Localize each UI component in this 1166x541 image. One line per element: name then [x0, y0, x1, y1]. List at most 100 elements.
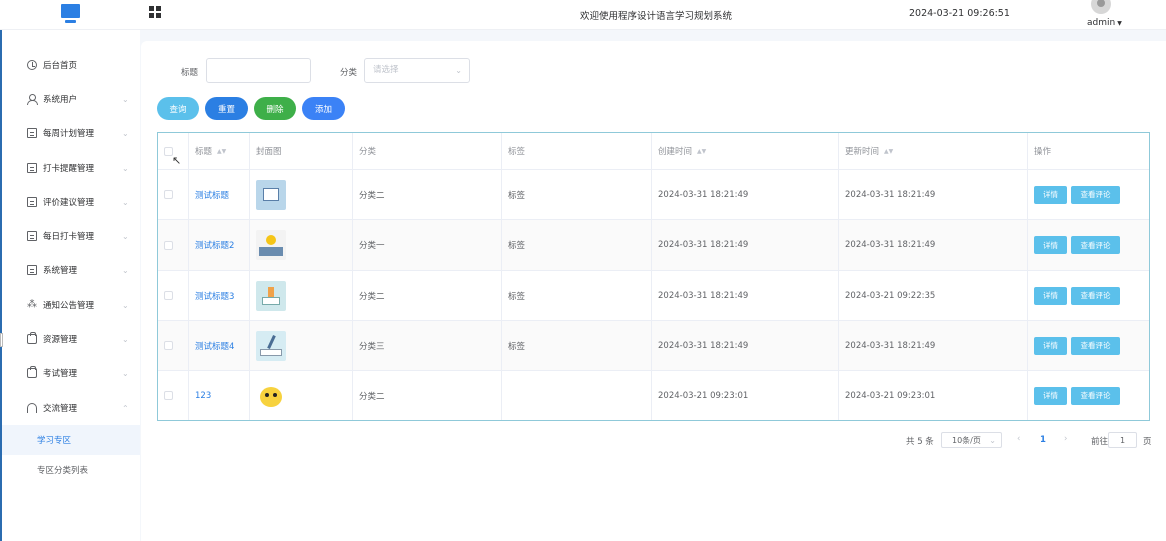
title-link[interactable]: 测试标题: [195, 189, 229, 201]
updated-cell: 2024-03-31 18:21:49: [839, 170, 1028, 219]
created-cell: 2024-03-31 18:21:49: [652, 170, 839, 219]
sidebar-item-resources[interactable]: 资源管理 ⌄: [2, 322, 140, 356]
sidebar-sub-item-label: 专区分类列表: [37, 466, 89, 476]
sidebar-item-checkin-reminder[interactable]: 打卡提醒管理 ⌄: [2, 151, 140, 185]
box-icon: [27, 128, 37, 138]
cover-image[interactable]: [256, 230, 286, 260]
row-checkbox[interactable]: [164, 190, 173, 199]
header-label: 标题: [195, 147, 213, 157]
title-link[interactable]: 测试标题3: [195, 290, 234, 302]
cover-cell: [250, 321, 353, 370]
header-title[interactable]: 标题 ▲▼: [189, 133, 250, 169]
chevron-down-icon: ⌄: [455, 66, 462, 75]
current-page[interactable]: 1: [1040, 435, 1046, 445]
goto-label: 前往: [1091, 437, 1109, 447]
title-link[interactable]: 测试标题2: [195, 239, 234, 251]
detail-button[interactable]: 详情: [1034, 336, 1067, 355]
sort-icon[interactable]: ▲▼: [884, 148, 893, 155]
caret-down-icon: ▼: [1117, 20, 1122, 27]
sidebar-item-daily-checkin[interactable]: 每日打卡管理 ⌄: [2, 219, 140, 253]
updated-cell: 2024-03-21 09:22:35: [839, 271, 1028, 320]
category-cell: 分类一: [353, 220, 502, 270]
cover-image[interactable]: [256, 179, 286, 210]
row-checkbox[interactable]: [164, 341, 173, 350]
sort-icon[interactable]: ▲▼: [697, 148, 706, 155]
category-select[interactable]: 请选择 ⌄: [364, 58, 470, 83]
bag-icon: [27, 332, 37, 344]
row-checkbox[interactable]: [164, 240, 173, 250]
goto-page-input[interactable]: 1: [1108, 432, 1137, 448]
detail-button[interactable]: 详情: [1034, 386, 1067, 405]
prev-page-icon[interactable]: ‹: [1017, 434, 1020, 444]
updated-cell: 2024-03-31 18:21:49: [839, 220, 1028, 270]
sidebar-item-system[interactable]: 系统管理 ⌄: [2, 253, 140, 287]
row-select-cell: [158, 371, 189, 420]
created-cell: 2024-03-31 18:21:49: [652, 321, 839, 370]
sidebar-sub-item-label: 学习专区: [37, 436, 72, 446]
view-comments-button[interactable]: 查看评论: [1071, 286, 1120, 305]
sort-icon[interactable]: ▲▼: [217, 148, 226, 155]
star-icon: ⁂: [27, 299, 37, 310]
title-link[interactable]: 123: [195, 391, 211, 401]
sidebar-item-feedback[interactable]: 评价建议管理 ⌄: [2, 185, 140, 219]
chevron-down-icon: ⌄: [122, 163, 129, 173]
page-size-select[interactable]: 10条/页 ⌄: [941, 432, 1002, 448]
header-label: 更新时间: [845, 147, 880, 157]
pagination-total: 共 5 条: [906, 437, 934, 447]
sidebar-item-system-users[interactable]: 系统用户 ⌄: [2, 82, 140, 116]
delete-button[interactable]: 删除: [254, 97, 296, 120]
collapse-handle[interactable]: [0, 333, 3, 347]
sidebar-item-weekly-plan[interactable]: 每周计划管理 ⌄: [2, 116, 140, 150]
headset-icon: [27, 403, 37, 413]
tag-cell: 标签: [502, 170, 652, 219]
chevron-down-icon: ⌄: [122, 128, 129, 138]
category-cell: 分类二: [353, 170, 502, 219]
title-filter-label: 标题: [181, 68, 199, 78]
view-comments-button[interactable]: 查看评论: [1071, 185, 1120, 204]
sidebar-item-label: 交流管理: [43, 404, 78, 414]
category-select-placeholder: 请选择: [373, 65, 399, 75]
view-comments-button[interactable]: 查看评论: [1071, 236, 1120, 254]
header-updated[interactable]: 更新时间 ▲▼: [839, 133, 1028, 169]
cover-cell: [250, 220, 353, 270]
cover-cell: [250, 170, 353, 219]
query-button[interactable]: 查询: [157, 97, 199, 120]
sidebar-sub-item-zone-categories[interactable]: 专区分类列表: [2, 455, 140, 485]
category-cell: 分类二: [353, 271, 502, 320]
sidebar-item-exams[interactable]: 考试管理 ⌄: [2, 356, 140, 390]
title-cell: 测试标题3: [189, 271, 250, 320]
title-cell: 测试标题: [189, 170, 250, 219]
sidebar-item-label: 后台首页: [43, 61, 78, 71]
detail-button[interactable]: 详情: [1034, 286, 1067, 305]
detail-button[interactable]: 详情: [1034, 185, 1067, 204]
tag-cell: 标签: [502, 220, 652, 270]
user-menu[interactable]: admin ▼: [1087, 18, 1122, 28]
sidebar-item-label: 系统用户: [43, 95, 78, 105]
sidebar-item-communication[interactable]: 交流管理 ⌃: [2, 391, 140, 425]
clock-icon: [27, 60, 37, 70]
sidebar-sub-item-study-zone[interactable]: 学习专区: [2, 425, 140, 455]
sidebar-item-label: 评价建议管理: [43, 198, 95, 208]
cover-image[interactable]: [256, 330, 286, 361]
data-table: 标题 ▲▼ 封面图 分类 标签 创建时间 ▲▼ 更新时间 ▲▼ 操作 测试标题 分类二…: [157, 132, 1150, 421]
cover-image[interactable]: [256, 280, 286, 311]
view-comments-button[interactable]: 查看评论: [1071, 336, 1120, 355]
detail-button[interactable]: 详情: [1034, 236, 1067, 254]
sidebar-item-notices[interactable]: ⁂ 通知公告管理 ⌄: [2, 288, 140, 322]
row-checkbox[interactable]: [164, 391, 173, 400]
header-created[interactable]: 创建时间 ▲▼: [652, 133, 839, 169]
actions-cell: 详情 查看评论: [1028, 271, 1149, 320]
view-comments-button[interactable]: 查看评论: [1071, 386, 1120, 405]
add-button[interactable]: 添加: [302, 97, 345, 120]
reset-button[interactable]: 重置: [205, 97, 248, 120]
sidebar-item-home[interactable]: 后台首页: [2, 48, 140, 82]
cover-image[interactable]: [256, 380, 286, 411]
category-cell: 分类三: [353, 321, 502, 370]
top-bar: 欢迎使用程序设计语言学习规划系统 2024-03-21 09:26:51 adm…: [0, 0, 1166, 30]
title-filter-input[interactable]: [206, 58, 311, 83]
row-checkbox[interactable]: [164, 291, 173, 300]
next-page-icon[interactable]: ›: [1064, 434, 1067, 444]
grid-menu-icon[interactable]: [149, 6, 161, 18]
avatar[interactable]: [1091, 0, 1111, 14]
title-link[interactable]: 测试标题4: [195, 340, 234, 352]
